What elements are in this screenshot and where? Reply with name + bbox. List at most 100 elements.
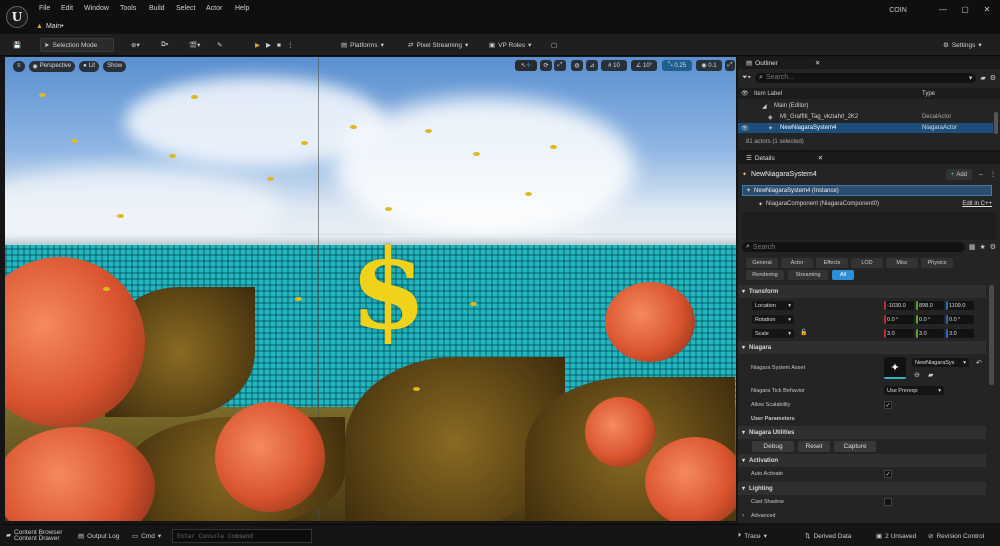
tab-main[interactable]: ▲ Main• <box>36 19 64 33</box>
world-local-button[interactable]: ◍ <box>571 60 583 71</box>
auto-activate-checkbox[interactable]: ✓ <box>884 470 892 478</box>
rotation-x-field[interactable]: 0.0 ° <box>884 315 914 324</box>
scale-snap-button[interactable]: ⤡ 0.25 <box>662 60 692 71</box>
scale-z-field[interactable]: 3.0 <box>946 329 974 338</box>
platforms-button[interactable]: ▤ Platforms ▾ <box>338 38 387 52</box>
derived-data-button[interactable]: ⇅ Derived Data <box>805 529 851 543</box>
reset-arrow-icon[interactable]: ↶ <box>976 359 982 367</box>
filter-actor[interactable]: Actor <box>781 258 813 268</box>
details-scrollbar[interactable] <box>989 285 994 385</box>
lighting-section-header[interactable]: ▾ Lighting <box>738 482 986 495</box>
stop-icon[interactable]: ■ <box>277 42 281 49</box>
cmd-dropdown[interactable]: ▭ Cmd ▾ <box>132 529 161 543</box>
browse-folder-icon[interactable]: ▰ <box>928 371 933 379</box>
filter-misc[interactable]: Misc <box>886 258 918 268</box>
rotation-y-field[interactable]: 0.0 ° <box>916 315 944 324</box>
rotation-z-field[interactable]: 0.0 ° <box>946 315 974 324</box>
scale-dropdown[interactable]: Scale ▾ <box>752 329 794 338</box>
outliner-close-icon[interactable]: ✕ <box>815 59 820 67</box>
utilities-section-header[interactable]: ▾ Niagara Utilities <box>738 426 986 439</box>
details-search-input[interactable]: ⌕ Search <box>742 242 965 252</box>
filter-lod[interactable]: LOD <box>851 258 883 268</box>
settings-button[interactable]: ⚙ Settings ▾ <box>940 38 985 52</box>
menu-tools[interactable]: Tools <box>120 5 136 12</box>
camera-speed-button[interactable]: ◉ 0.1 <box>696 60 722 71</box>
outliner-scrollbar[interactable] <box>994 112 998 134</box>
filter-effects[interactable]: Effects <box>816 258 848 268</box>
play-icon[interactable]: ▶ <box>255 41 260 49</box>
outliner-row-selected[interactable]: 👁 ✦ NewNiagaraSystem4 NiagaraActor <box>738 123 993 133</box>
outliner-row[interactable]: ◢ Main (Editor) <box>738 101 1000 111</box>
filter-all[interactable]: All <box>832 270 854 280</box>
rotate-tool-button[interactable]: ⟳ <box>540 60 552 71</box>
niagara-thumbnail-icon[interactable]: ✦ <box>884 357 906 379</box>
surface-snap-button[interactable]: ⊿ <box>586 60 598 71</box>
level-viewport[interactable]: $ ≡ ◉ Perspective ● Lit Show ↖ ✛ ⟳ ⤢ ◍ ⊿ # … <box>5 57 736 521</box>
play-in-editor-icon[interactable]: ▶ <box>266 41 271 49</box>
filter-physics[interactable]: Physics <box>921 258 953 268</box>
minimize-button[interactable]: — <box>936 5 950 15</box>
unreal-logo-icon[interactable]: U <box>6 6 28 28</box>
cinematics-button[interactable]: 🎬▾ <box>186 38 203 52</box>
rotation-dropdown[interactable]: Rotation ▾ <box>752 315 794 324</box>
add-folder-icon[interactable]: ▰ <box>980 74 985 82</box>
rotation-snap-button[interactable]: ∠ 10° <box>631 60 657 71</box>
activation-section-header[interactable]: ▾ Activation <box>738 454 986 467</box>
unsaved-button[interactable]: ▣ 2 Unsaved <box>876 529 916 543</box>
menu-select[interactable]: Select <box>176 5 195 12</box>
blueprint-convert-icon[interactable]: ⇔ <box>978 172 984 178</box>
filter-streaming[interactable]: Streaming <box>788 270 828 280</box>
extra-tool-button[interactable]: ▢ <box>548 38 560 52</box>
play-options-icon[interactable]: ⋮ <box>287 41 294 49</box>
scale-y-field[interactable]: 3.0 <box>916 329 944 338</box>
scale-tool-button[interactable]: ⤢ <box>554 60 566 71</box>
type-header[interactable]: Type <box>922 91 935 97</box>
edit-cpp-link[interactable]: Edit in C++ <box>962 201 992 207</box>
translate-icon[interactable]: ✛ <box>526 62 531 69</box>
property-matrix-icon[interactable]: ▦ <box>969 243 976 251</box>
details-tab[interactable]: ☰ Details ✕ <box>738 152 1000 164</box>
scale-x-field[interactable]: 3.0 <box>884 329 914 338</box>
cast-shadow-checkbox[interactable] <box>884 498 892 506</box>
details-close-icon[interactable]: ✕ <box>818 154 823 162</box>
debug-button[interactable]: Debug <box>752 441 794 452</box>
lock-icon[interactable]: 🔓 <box>800 329 807 336</box>
vp-roles-button[interactable]: ▣ VP Roles ▾ <box>486 38 534 52</box>
favorite-star-icon[interactable]: ★ <box>979 243 985 251</box>
maximize-button[interactable]: ▢ <box>958 5 972 15</box>
blueprint-button[interactable]: ⧉▾ <box>158 38 171 52</box>
tick-behavior-dropdown[interactable]: Use Prereqs ▾ <box>884 386 944 395</box>
filter-icon[interactable]: ⏷▾ <box>742 74 751 82</box>
outliner-settings-icon[interactable]: ⚙ <box>990 74 996 82</box>
filter-rendering[interactable]: Rendering <box>746 270 784 280</box>
add-component-button[interactable]: + Add <box>945 169 972 180</box>
view-mode-button[interactable]: ● Lit <box>79 60 100 72</box>
outliner-row[interactable]: ◈ MI_Graffiti_Tag_vkziahrl_2K2 DecalActo… <box>738 112 1000 122</box>
show-button[interactable]: Show <box>103 60 127 72</box>
revision-control-button[interactable]: ⊘ Revision Control <box>928 529 984 543</box>
trace-button[interactable]: ⏵ Trace ▾ <box>738 529 767 543</box>
transform-section-header[interactable]: ▾ Transform <box>738 285 986 298</box>
user-parameters-row[interactable]: User Parameters <box>738 414 986 424</box>
outliner-search-input[interactable]: ⌕ Search... ▾ <box>755 72 977 83</box>
location-dropdown[interactable]: Location ▾ <box>752 301 794 310</box>
console-input[interactable]: Enter Console Command <box>172 529 312 543</box>
filter-general[interactable]: General <box>746 258 778 268</box>
save-button[interactable]: 💾 <box>10 38 24 52</box>
details-options-icon[interactable]: ⋮ <box>990 171 996 178</box>
outliner-tab[interactable]: ▤ Outliner ✕ <box>738 57 1000 69</box>
item-label-header[interactable]: Item Label <box>754 91 782 97</box>
system-asset-dropdown[interactable]: NewNiagaraSys ▾ <box>912 358 969 367</box>
close-button[interactable]: ✕ <box>980 5 994 15</box>
output-log-button[interactable]: ▤ Output Log <box>78 529 119 543</box>
content-drawer-button[interactable]: ▰ Content Browser Content Drawer <box>6 529 62 543</box>
niagara-section-header[interactable]: ▾ Niagara <box>738 341 986 354</box>
grid-snap-button[interactable]: # 10 <box>601 60 627 71</box>
details-settings-icon[interactable]: ⚙ <box>990 243 996 251</box>
menu-build[interactable]: Build <box>149 5 165 12</box>
actor-name[interactable]: NewNiagaraSystem4 <box>751 171 817 178</box>
menu-edit[interactable]: Edit <box>61 5 73 12</box>
browse-arrow-icon[interactable]: ⊖ <box>914 371 920 379</box>
allow-scalability-checkbox[interactable]: ✓ <box>884 401 892 409</box>
instance-row[interactable]: ✦ NewNiagaraSystem4 (Instance) <box>742 185 992 196</box>
